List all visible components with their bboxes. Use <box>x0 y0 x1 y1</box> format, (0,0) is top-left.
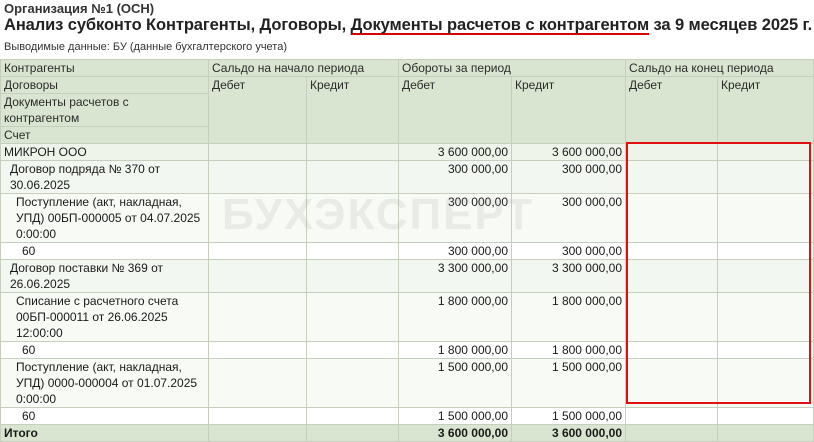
row-turnover-credit: 1 800 000,00 <box>510 292 627 342</box>
row-turnover-credit: 3 300 000,00 <box>510 259 627 293</box>
row-turnover-debit: 300 000,00 <box>398 242 512 260</box>
report-title: Анализ субконто Контрагенты, Договоры, Д… <box>4 16 812 35</box>
row-turnover-debit: 1 500 000,00 <box>398 358 512 408</box>
row-turnover-credit: 3 600 000,00 <box>510 143 627 161</box>
table-row[interactable]: 60 300 000,00 300 000,00 <box>0 242 814 260</box>
table-row[interactable]: Договор подряда № 370 от 30.06.2025 300 … <box>0 160 814 194</box>
row-turnover-debit: 1 800 000,00 <box>398 292 512 342</box>
header-opening-credit: Кредит <box>306 76 399 94</box>
header-opening-balance: Сальдо на начало периода <box>208 59 399 77</box>
total-turnover-credit: 3 600 000,00 <box>510 424 627 442</box>
table-row[interactable]: Поступление (акт, накладная, УПД) 0000-0… <box>0 358 814 408</box>
row-label: Договор подряда № 370 от 30.06.2025 <box>0 160 209 194</box>
title-highlight: Документы расчетов с контрагентом <box>350 16 650 34</box>
header-closing-balance: Сальдо на конец периода <box>625 59 814 77</box>
row-turnover-debit: 1 500 000,00 <box>398 407 512 425</box>
row-label: 60 <box>0 407 209 425</box>
row-turnover-debit: 300 000,00 <box>398 193 512 243</box>
header-turnover-credit: Кредит <box>510 76 627 94</box>
row-label: Поступление (акт, накладная, УПД) 0000-0… <box>0 358 209 408</box>
row-turnover-credit: 1 500 000,00 <box>510 358 627 408</box>
table-row[interactable]: Поступление (акт, накладная, УПД) 00БП-0… <box>0 193 814 243</box>
total-turnover-debit: 3 600 000,00 <box>398 424 512 442</box>
row-turnover-credit: 300 000,00 <box>510 193 627 243</box>
report-subtitle: Выводимые данные: БУ (данные бухгалтерск… <box>4 41 287 53</box>
table-row[interactable]: МИКРОН ООО 3 600 000,00 3 600 000,00 <box>0 143 814 161</box>
row-label: Списание с расчетного счета 00БП-000011 … <box>0 292 209 342</box>
row-label: МИКРОН ООО <box>0 143 209 161</box>
row-label: Поступление (акт, накладная, УПД) 00БП-0… <box>0 193 209 243</box>
total-row[interactable]: Итого 3 600 000,00 3 600 000,00 <box>0 424 814 442</box>
title-part-1: Анализ субконто Контрагенты, Договоры, <box>4 16 351 34</box>
header-documents: Документы расчетов с контрагентом <box>0 93 209 127</box>
row-turnover-credit: 300 000,00 <box>510 242 627 260</box>
header-turnover: Обороты за период <box>397 59 627 77</box>
row-turnover-credit: 1 800 000,00 <box>510 341 627 359</box>
table-row[interactable]: 60 1 500 000,00 1 500 000,00 <box>0 407 814 425</box>
total-label: Итого <box>0 424 209 442</box>
row-label: 60 <box>0 242 209 260</box>
table-row[interactable]: 60 1 800 000,00 1 800 000,00 <box>0 341 814 359</box>
report-table: Контрагенты Сальдо на начало периода Обо… <box>0 59 814 442</box>
row-label: 60 <box>0 341 209 359</box>
header-contracts: Договоры <box>0 76 209 94</box>
row-turnover-credit: 1 500 000,00 <box>510 407 627 425</box>
header-opening-debit: Дебет <box>208 76 307 94</box>
organization-name: Организация №1 (ОСН) <box>4 1 155 16</box>
row-turnover-debit: 3 600 000,00 <box>398 143 512 161</box>
row-label: Договор поставки № 369 от 26.06.2025 <box>0 259 209 293</box>
row-turnover-debit: 300 000,00 <box>398 160 512 194</box>
header-turnover-debit: Дебет <box>398 76 512 94</box>
header-contractors: Контрагенты <box>0 59 209 77</box>
header-closing-credit: Кредит <box>717 76 814 94</box>
table-row[interactable]: Договор поставки № 369 от 26.06.2025 3 3… <box>0 259 814 293</box>
title-part-2: за 9 месяцев 2025 г. <box>649 16 813 34</box>
row-turnover-debit: 1 800 000,00 <box>398 341 512 359</box>
header-account: Счет <box>0 126 209 144</box>
row-turnover-debit: 3 300 000,00 <box>398 259 512 293</box>
table-row[interactable]: Списание с расчетного счета 00БП-000011 … <box>0 292 814 342</box>
header-closing-debit: Дебет <box>625 76 719 94</box>
row-turnover-credit: 300 000,00 <box>510 160 627 194</box>
